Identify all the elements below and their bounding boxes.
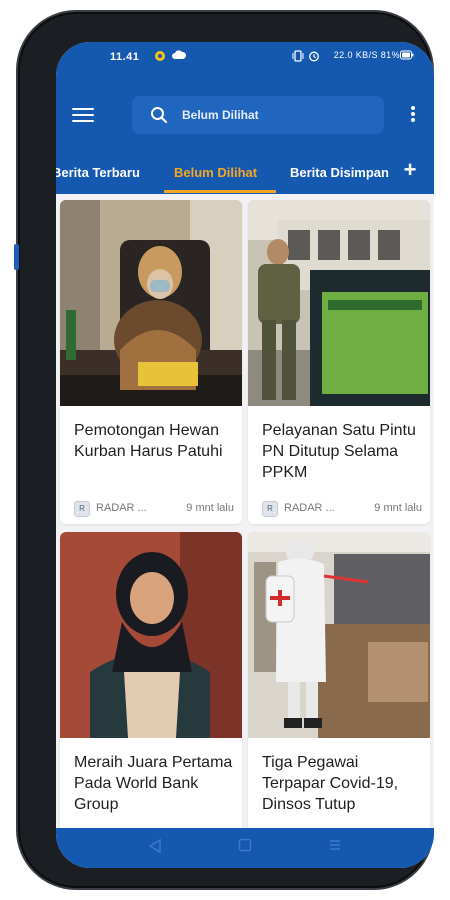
back-icon[interactable] <box>148 838 162 859</box>
more-vertical-icon[interactable] <box>404 104 422 126</box>
status-time: 11.41 <box>110 51 140 63</box>
search-icon <box>151 107 168 124</box>
news-time: 9 mnt lalu <box>374 502 422 514</box>
status-bar: 11.41 22.0 KB/S 81% <box>56 42 434 74</box>
news-source: RADAR ... <box>96 502 147 514</box>
tab-berita-disimpan[interactable]: Berita Disimpan <box>290 165 389 180</box>
battery-icon <box>400 50 414 64</box>
news-image <box>248 200 430 406</box>
cloud-icon <box>172 50 187 64</box>
search-bar[interactable]: Belum Dilihat <box>132 96 384 134</box>
news-image <box>60 532 242 738</box>
tab-indicator <box>164 190 276 193</box>
chat-bubble-icon <box>154 50 166 66</box>
news-source: RADAR ... <box>284 502 335 514</box>
news-card[interactable]: Pelayanan Satu Pintu PN Ditutup Selama P… <box>248 200 430 524</box>
plus-icon[interactable]: + <box>398 157 422 185</box>
news-title: Meraih Juara Pertama Pada World Bank Gro… <box>74 754 233 813</box>
news-card[interactable]: Tiga Pegawai Terpapar Covid-19, Dinsos T… <box>248 532 430 828</box>
tab-belum-dilihat[interactable]: Belum Dilihat <box>174 165 257 180</box>
news-image <box>60 200 242 406</box>
status-right-text: 22.0 KB/S 81% <box>333 50 400 60</box>
tab-bar: Berita Terbaru Belum Dilihat Berita Disi… <box>56 154 396 194</box>
side-key <box>14 244 19 270</box>
app-bar: 11.41 22.0 KB/S 81% Belum Dilihat Berita… <box>56 42 434 194</box>
news-grid: Pemotongan Hewan Kurban Harus Patuhi R R… <box>56 194 434 828</box>
system-nav-bar <box>56 828 434 868</box>
news-title: Tiga Pegawai Terpapar Covid-19, Dinsos T… <box>262 754 399 813</box>
news-title: Pemotongan Hewan Kurban Harus Patuhi <box>74 422 223 460</box>
news-image <box>248 532 430 738</box>
phone-frame: 11.41 22.0 KB/S 81% Belum Dilihat Berita… <box>14 14 434 886</box>
search-query: Belum Dilihat <box>182 108 259 122</box>
news-card[interactable]: Pemotongan Hewan Kurban Harus Patuhi R R… <box>60 200 242 524</box>
source-logo-icon: R <box>74 501 90 517</box>
vibrate-icon <box>292 50 304 66</box>
home-icon[interactable] <box>238 838 252 857</box>
news-title: Pelayanan Satu Pintu PN Ditutup Selama P… <box>262 422 416 481</box>
news-card[interactable]: Meraih Juara Pertama Pada World Bank Gro… <box>60 532 242 828</box>
recents-icon[interactable] <box>328 838 342 857</box>
screen: 11.41 22.0 KB/S 81% Belum Dilihat Berita… <box>56 42 434 868</box>
tab-berita-terbaru[interactable]: Berita Terbaru <box>56 165 140 180</box>
news-time: 9 mnt lalu <box>186 502 234 514</box>
source-logo-icon: R <box>262 501 278 517</box>
alarm-icon <box>308 50 320 66</box>
hamburger-menu-icon[interactable] <box>70 104 96 126</box>
